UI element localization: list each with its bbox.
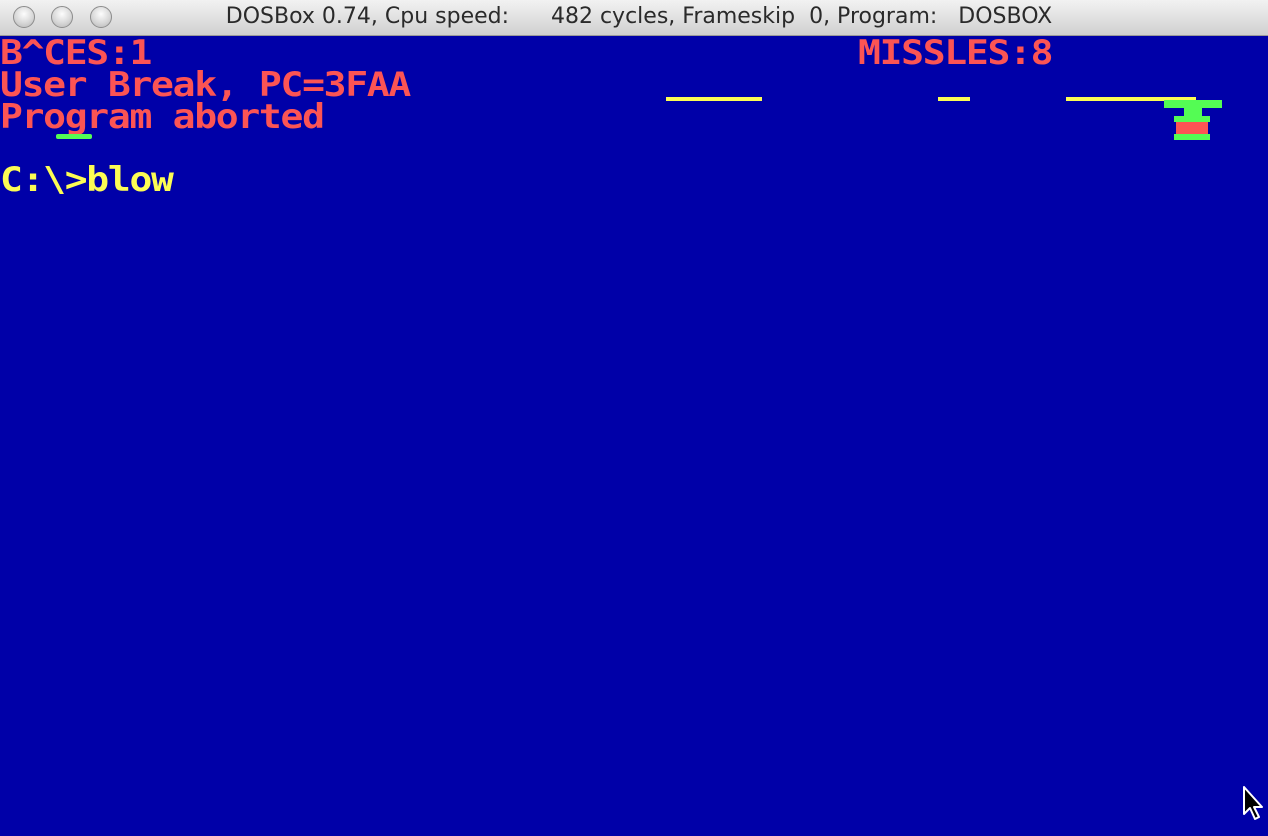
program-aborted-message: Program aborted	[0, 97, 325, 137]
dos-screen[interactable]: B^CES:1 MISSLES:8 User Break, PC=3FAA Pr…	[0, 36, 1268, 836]
missles-counter: MISSLES:8	[858, 36, 1054, 73]
dosbox-window: DOSBox 0.74, Cpu speed: 482 cycles, Fram…	[0, 0, 1268, 836]
yellow-barrier-middle	[938, 97, 970, 101]
window-title: DOSBox 0.74, Cpu speed: 482 cycles, Fram…	[225, 4, 1053, 29]
yellow-barrier-left	[666, 97, 762, 101]
command-prompt[interactable]: C:\>blow	[0, 163, 174, 196]
title-bar[interactable]: DOSBox 0.74, Cpu speed: 482 cycles, Fram…	[0, 0, 1268, 36]
mouse-pointer-icon	[1243, 786, 1263, 820]
missile-turret-icon	[1164, 100, 1222, 140]
green-platform-artifact	[56, 134, 92, 139]
